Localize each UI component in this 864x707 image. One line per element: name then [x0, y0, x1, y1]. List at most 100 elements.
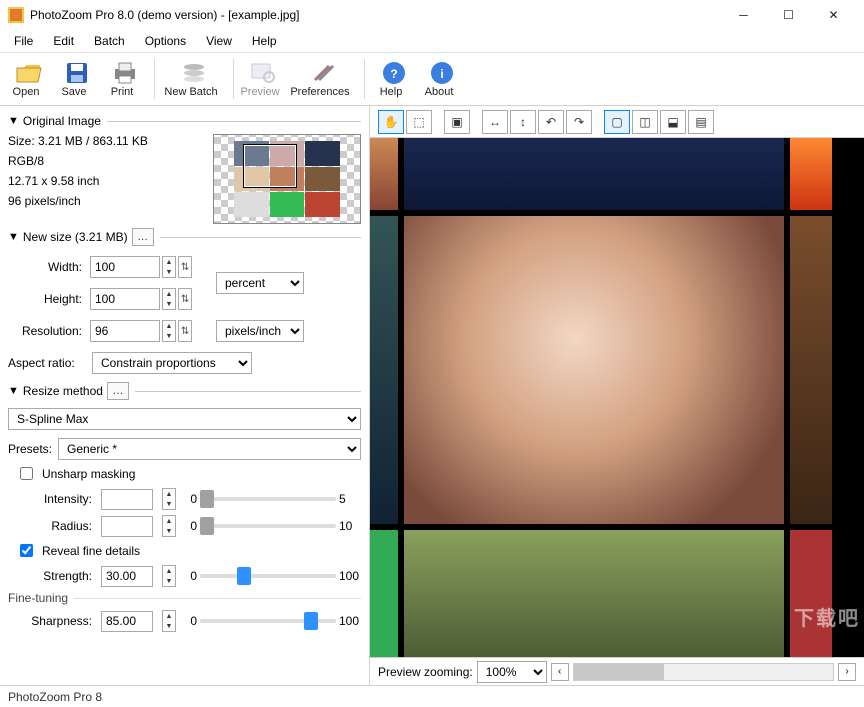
navigator-thumbnail[interactable]	[213, 134, 361, 224]
aspect-ratio-label: Aspect ratio:	[8, 356, 86, 370]
intensity-spinner[interactable]: ▲▼	[162, 488, 176, 510]
new-size-options-button[interactable]: …	[132, 228, 154, 246]
view-split-h-button[interactable]: ◫	[632, 110, 658, 134]
preview-area[interactable]: 下载吧	[370, 138, 864, 657]
menu-bar: File Edit Batch Options View Help	[0, 30, 864, 52]
intensity-value[interactable]	[101, 489, 153, 510]
printer-icon	[111, 60, 139, 86]
save-label: Save	[61, 86, 92, 98]
menu-batch[interactable]: Batch	[84, 32, 135, 50]
batch-icon	[180, 60, 208, 86]
open-button[interactable]: Open	[6, 54, 52, 104]
intensity-max: 5	[339, 492, 361, 506]
status-bar: PhotoZoom Pro 8	[0, 685, 864, 707]
title-bar: PhotoZoom Pro 8.0 (demo version) - [exam…	[0, 0, 864, 30]
help-button[interactable]: ? Help	[371, 54, 417, 104]
grid-view-icon: ▤	[695, 115, 706, 129]
menu-options[interactable]: Options	[135, 32, 196, 50]
rotate-cw-button[interactable]: ↷	[566, 110, 592, 134]
rotate-cw-icon: ↷	[574, 115, 584, 129]
horizontal-scrollbar[interactable]	[573, 663, 834, 681]
hand-tool-button[interactable]: ✋	[378, 110, 404, 134]
sharpness-max: 100	[339, 614, 361, 628]
flip-h-button[interactable]: ↔	[482, 110, 508, 134]
width-input[interactable]	[90, 256, 160, 278]
preview-zoom-select[interactable]: 100%	[477, 661, 547, 683]
split-v-icon: ⬓	[667, 115, 678, 129]
status-app-name: PhotoZoom Pro 8	[8, 690, 102, 704]
sharpness-value[interactable]: 85.00	[101, 611, 153, 632]
collapse-icon: ▼	[8, 115, 19, 127]
radius-max: 10	[339, 519, 361, 533]
marquee-tool-button[interactable]: ⬚	[406, 110, 432, 134]
resolution-link-icon[interactable]: ⇅	[178, 320, 192, 342]
resize-method-label: Resize method	[23, 384, 103, 398]
view-single-button[interactable]: ▢	[604, 110, 630, 134]
resolution-input[interactable]	[90, 320, 160, 342]
new-size-section[interactable]: ▼ New size (3.21 MB) …	[8, 228, 361, 246]
height-link-icon[interactable]: ⇅	[178, 288, 192, 310]
sharpness-spinner[interactable]: ▲▼	[162, 610, 176, 632]
app-icon	[8, 7, 24, 23]
crop-tool-button[interactable]: ▣	[444, 110, 470, 134]
presets-select[interactable]: Generic *	[58, 438, 361, 460]
about-button[interactable]: i About	[419, 54, 465, 104]
view-grid-button[interactable]: ▤	[688, 110, 714, 134]
radius-spinner[interactable]: ▲▼	[162, 515, 176, 537]
preview-button[interactable]: Preview	[240, 54, 286, 104]
view-split-v-button[interactable]: ⬓	[660, 110, 686, 134]
sharpness-slider[interactable]	[200, 619, 336, 623]
strength-label: Strength:	[8, 569, 98, 583]
menu-edit[interactable]: Edit	[43, 32, 84, 50]
info-icon: i	[428, 60, 456, 86]
rotate-ccw-icon: ↶	[546, 115, 556, 129]
strength-value[interactable]: 30.00	[101, 566, 153, 587]
preview-zoom-label: Preview zooming:	[378, 665, 473, 679]
size-unit-select[interactable]: percent	[216, 272, 304, 294]
aspect-ratio-select[interactable]: Constrain proportions	[92, 352, 252, 374]
menu-help[interactable]: Help	[242, 32, 287, 50]
maximize-button[interactable]: ☐	[766, 1, 811, 29]
help-icon: ?	[380, 60, 408, 86]
save-button[interactable]: Save	[54, 54, 100, 104]
strength-slider[interactable]	[200, 574, 336, 578]
width-height-link-icon[interactable]: ⇅	[178, 256, 192, 278]
preferences-button[interactable]: Preferences	[288, 54, 358, 104]
reveal-fine-details-checkbox[interactable]	[20, 544, 33, 557]
height-input[interactable]	[90, 288, 160, 310]
new-size-label: New size (3.21 MB)	[23, 230, 128, 244]
about-label: About	[425, 86, 460, 98]
resize-method-section[interactable]: ▼ Resize method …	[8, 382, 361, 400]
minimize-button[interactable]: ─	[721, 1, 766, 29]
original-dpi: 96 pixels/inch	[8, 194, 148, 208]
scroll-right-button[interactable]: ›	[838, 663, 856, 681]
flip-v-button[interactable]: ↕	[510, 110, 536, 134]
split-h-icon: ◫	[639, 115, 650, 129]
radius-label: Radius:	[8, 519, 98, 533]
menu-file[interactable]: File	[4, 32, 43, 50]
resize-method-select[interactable]: S-Spline Max	[8, 408, 361, 430]
original-image-section[interactable]: ▼ Original Image	[8, 114, 361, 128]
rotate-ccw-button[interactable]: ↶	[538, 110, 564, 134]
unsharp-masking-checkbox[interactable]	[20, 467, 33, 480]
resolution-unit-select[interactable]: pixels/inch	[216, 320, 304, 342]
preview-toolbar: ✋ ⬚ ▣ ↔ ↕ ↶ ↷ ▢ ◫ ⬓ ▤	[370, 106, 864, 138]
scroll-left-button[interactable]: ‹	[551, 663, 569, 681]
radius-slider[interactable]	[200, 524, 336, 528]
sharpness-min: 0	[179, 614, 197, 628]
height-spinner[interactable]: ▲▼	[162, 288, 176, 310]
width-spinner[interactable]: ▲▼	[162, 256, 176, 278]
new-batch-button[interactable]: New Batch	[161, 54, 227, 104]
watermark: 下载吧	[794, 602, 860, 631]
radius-value[interactable]	[101, 516, 153, 537]
strength-min: 0	[179, 569, 197, 583]
left-panel: ▼ Original Image Size: 3.21 MB / 863.11 …	[0, 106, 370, 685]
intensity-slider[interactable]	[200, 497, 336, 501]
strength-spinner[interactable]: ▲▼	[162, 565, 176, 587]
resize-options-button[interactable]: …	[107, 382, 129, 400]
close-button[interactable]: ✕	[811, 1, 856, 29]
print-button[interactable]: Print	[102, 54, 148, 104]
menu-view[interactable]: View	[196, 32, 242, 50]
resolution-spinner[interactable]: ▲▼	[162, 320, 176, 342]
single-view-icon: ▢	[611, 115, 622, 129]
